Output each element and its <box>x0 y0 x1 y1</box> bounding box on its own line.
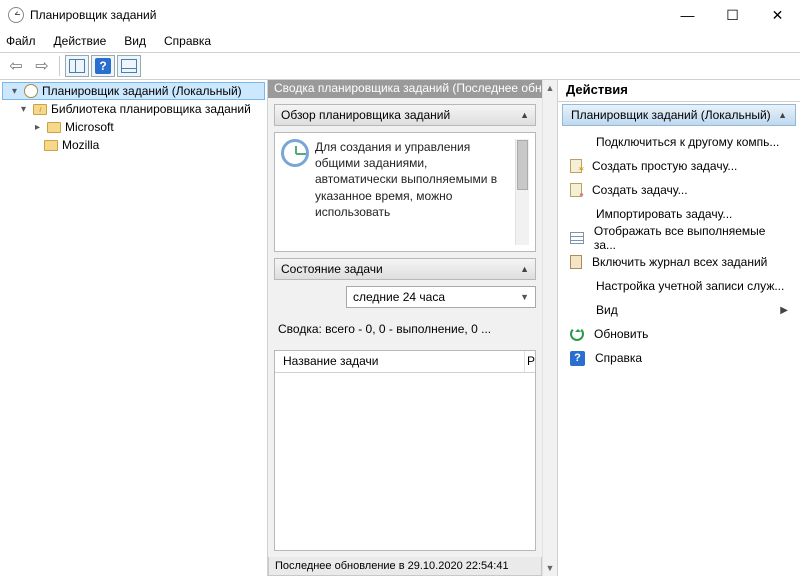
overview-group-header[interactable]: Обзор планировщика заданий ▲ <box>274 104 536 126</box>
refresh-icon <box>570 327 584 341</box>
state-title: Состояние задачи <box>281 262 383 276</box>
collapse-icon: ▲ <box>520 264 529 274</box>
menu-view[interactable]: Вид <box>124 34 146 48</box>
action-enable-history[interactable]: Включить журнал всех заданий <box>562 250 796 274</box>
tree-item-mozilla[interactable]: Mozilla <box>0 136 267 154</box>
panel-toggle-1[interactable] <box>65 55 89 77</box>
tree-item-label: Microsoft <box>65 120 114 134</box>
action-label: Вид <box>596 303 770 317</box>
back-button[interactable]: ⇦ <box>4 55 28 77</box>
collapse-icon: ▲ <box>520 110 529 120</box>
overview-title: Обзор планировщика заданий <box>281 108 450 122</box>
center-scrollbar[interactable]: ▲ ▼ <box>542 80 557 576</box>
action-label: Отображать все выполняемые за... <box>594 224 788 252</box>
action-label: Включить журнал всех заданий <box>592 255 767 269</box>
action-account-config[interactable]: Настройка учетной записи служ... <box>562 274 796 298</box>
blank-icon <box>570 302 586 318</box>
blank-icon <box>570 278 586 294</box>
collapse-icon: ▲ <box>778 110 787 120</box>
blank-icon <box>570 134 586 150</box>
window-title: Планировщик заданий <box>30 8 156 22</box>
folder-icon <box>33 104 47 115</box>
action-create-task[interactable]: Создать задачу... <box>562 178 796 202</box>
action-display-running[interactable]: Отображать все выполняемые за... <box>562 226 796 250</box>
menu-help[interactable]: Справка <box>164 34 211 48</box>
overview-text: Для создания и управления общими задания… <box>315 139 509 245</box>
expand-icon[interactable]: ▸ <box>32 122 43 133</box>
action-label: Создать задачу... <box>592 183 688 197</box>
action-label: Справка <box>595 351 642 365</box>
scroll-down-icon[interactable]: ▼ <box>543 560 557 576</box>
state-group-header[interactable]: Состояние задачи ▲ <box>274 258 536 280</box>
close-button[interactable]: ✕ <box>755 1 800 29</box>
folder-icon <box>47 122 61 133</box>
toolbar-separator <box>59 56 60 76</box>
actions-group-label: Планировщик заданий (Локальный) <box>571 108 771 122</box>
center-pane: Сводка планировщика заданий (Последнее о… <box>268 80 558 576</box>
clock-icon <box>281 139 309 167</box>
blank-icon <box>570 206 586 222</box>
journal-icon <box>570 255 582 269</box>
action-label: Импортировать задачу... <box>596 207 732 221</box>
col-name[interactable]: Название задачи <box>275 351 525 372</box>
actions-list: Подключиться к другому компь... Создать … <box>558 128 800 372</box>
action-label: Обновить <box>594 327 648 341</box>
expand-icon[interactable]: ▾ <box>9 86 20 97</box>
menu-action[interactable]: Действие <box>54 34 107 48</box>
help-button[interactable]: ? <box>91 55 115 77</box>
actions-header: Действия <box>558 80 800 102</box>
actions-pane: Действия Планировщик заданий (Локальный)… <box>558 80 800 576</box>
tree-root-label: Планировщик заданий (Локальный) <box>42 84 242 98</box>
action-label: Создать простую задачу... <box>592 159 737 173</box>
action-help[interactable]: ? Справка <box>562 346 796 370</box>
help-icon: ? <box>570 351 585 366</box>
panel-toggle-2[interactable] <box>117 55 141 77</box>
tree-root[interactable]: ▾ Планировщик заданий (Локальный) <box>2 82 265 100</box>
action-create-basic-task[interactable]: Создать простую задачу... <box>562 154 796 178</box>
last-update-status: Последнее обновление в 29.10.2020 22:54:… <box>268 557 542 576</box>
toolbar: ⇦ ⇨ ? <box>0 52 800 80</box>
window-controls: — ☐ ✕ <box>665 1 800 29</box>
tree-item-microsoft[interactable]: ▸ Microsoft <box>0 118 267 136</box>
action-refresh[interactable]: Обновить <box>562 322 796 346</box>
center-header: Сводка планировщика заданий (Последнее о… <box>268 80 542 98</box>
action-import-task[interactable]: Импортировать задачу... <box>562 202 796 226</box>
table-header: Название задачи Р <box>275 351 535 373</box>
actions-group-header[interactable]: Планировщик заданий (Локальный) ▲ <box>562 104 796 126</box>
action-label: Подключиться к другому компь... <box>596 135 779 149</box>
new-task-icon <box>570 159 582 173</box>
folder-icon <box>44 140 58 151</box>
period-combo[interactable]: следние 24 часа ▼ <box>346 286 536 308</box>
action-label: Настройка учетной записи служ... <box>596 279 784 293</box>
action-connect[interactable]: Подключиться к другому компь... <box>562 130 796 154</box>
overview-box: Для создания и управления общими задания… <box>274 132 536 252</box>
tree-library-label: Библиотека планировщика заданий <box>51 102 251 116</box>
maximize-button[interactable]: ☐ <box>710 1 755 29</box>
forward-button[interactable]: ⇨ <box>30 55 54 77</box>
new-task-icon <box>570 183 582 197</box>
expand-icon[interactable]: ▾ <box>18 104 29 115</box>
tree-item-label: Mozilla <box>62 138 99 152</box>
grid-icon <box>570 232 584 244</box>
combo-value: следние 24 часа <box>353 290 445 304</box>
scheduler-icon <box>24 84 38 98</box>
overview-scrollbar[interactable] <box>515 139 529 245</box>
menu-file[interactable]: Файл <box>6 34 36 48</box>
state-box: следние 24 часа ▼ Сводка: всего - 0, 0 -… <box>274 286 536 551</box>
summary-line: Сводка: всего - 0, 0 - выполнение, 0 ... <box>274 314 536 344</box>
tree-library[interactable]: ▾ Библиотека планировщика заданий <box>0 100 267 118</box>
chevron-down-icon: ▼ <box>520 292 529 302</box>
menubar: Файл Действие Вид Справка <box>0 30 800 52</box>
titlebar: Планировщик заданий — ☐ ✕ <box>0 0 800 30</box>
workspace: ▾ Планировщик заданий (Локальный) ▾ Библ… <box>0 80 800 576</box>
app-icon <box>8 7 24 23</box>
minimize-button[interactable]: — <box>665 1 710 29</box>
task-table: Название задачи Р <box>274 350 536 551</box>
tree-pane: ▾ Планировщик заданий (Локальный) ▾ Библ… <box>0 80 268 576</box>
scroll-up-icon[interactable]: ▲ <box>543 80 557 96</box>
chevron-right-icon: ▶ <box>780 305 788 316</box>
action-view[interactable]: Вид ▶ <box>562 298 796 322</box>
col-result[interactable]: Р <box>525 351 535 372</box>
